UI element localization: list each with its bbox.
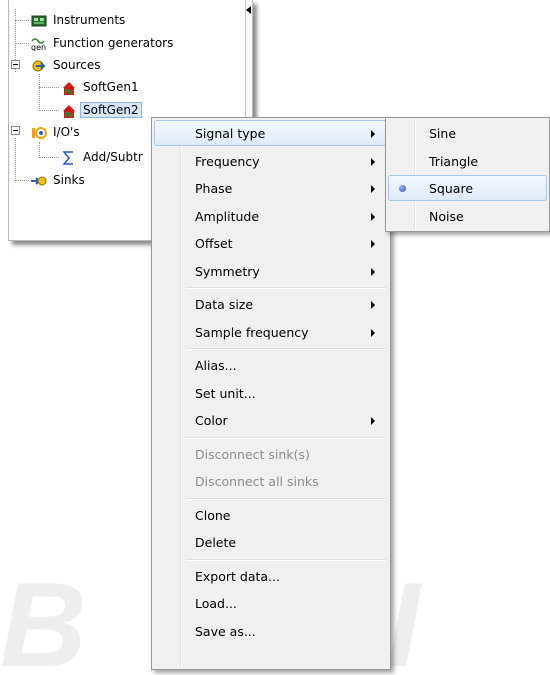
menu-item-label: Offset [195, 236, 233, 251]
menu-item-symmetry[interactable]: Symmetry [154, 258, 388, 284]
submenu-item-label: Noise [429, 208, 464, 224]
submenu-item-label: Square [429, 181, 474, 196]
menu-item-label: Frequency [195, 153, 260, 169]
submenu-arrow-icon [371, 328, 375, 337]
submenu-item-triangle[interactable]: Triangle [388, 148, 547, 174]
menu-item-set-unit[interactable]: Set unit... [154, 380, 388, 406]
submenu-item-sine[interactable]: Sine [388, 120, 547, 146]
tree-item-label: Function generators [53, 36, 174, 50]
submenu-item-square[interactable]: Square [388, 175, 547, 201]
submenu-item-label: Sine [429, 126, 457, 141]
tree-item-label: Add/Subtr [83, 150, 143, 164]
menu-item-save-as[interactable]: Save as... [154, 618, 388, 644]
menu-item-amplitude[interactable]: Amplitude [154, 203, 388, 229]
tree-item-label: Sinks [53, 173, 85, 187]
gen-glyph: gen [31, 43, 46, 51]
submenu-arrow-icon [371, 212, 375, 221]
softgen-icon [61, 104, 77, 118]
menu-item-label: Disconnect sink(s) [195, 446, 310, 462]
menu-item-label: Data size [195, 297, 254, 312]
collapse-sources-toggle[interactable] [11, 60, 20, 69]
menu-separator [186, 558, 386, 561]
sum-icon [61, 150, 77, 165]
menu-separator [186, 287, 386, 289]
tree-line [15, 43, 29, 44]
menu-item-export-data[interactable]: Export data... [154, 563, 388, 589]
menu-separator [186, 436, 386, 439]
menu-item-label: Delete [195, 535, 237, 550]
menu-item-frequency[interactable]: Frequency [154, 148, 388, 174]
menu-item-clone[interactable]: Clone [154, 502, 388, 528]
tree-item-instruments[interactable]: Instruments [31, 12, 128, 28]
menu-item-label: Disconnect all sinks [195, 474, 319, 489]
radio-selected-icon [399, 185, 406, 192]
menu-item-signal-type[interactable]: Signal type [154, 120, 388, 146]
menu-item-label: Phase [195, 181, 233, 196]
collapse-io-toggle[interactable] [11, 126, 20, 135]
menu-item-sample-frequency[interactable]: Sample frequency [154, 319, 388, 345]
menu-item-disconnect-sink-s: Disconnect sink(s) [154, 441, 388, 467]
menu-item-delete[interactable]: Delete [154, 529, 388, 555]
menu-item-label: Clone [195, 507, 231, 523]
menu-item-label: Alias... [195, 358, 237, 373]
tree-item-label: Instruments [53, 13, 126, 27]
menu-item-label: Sample frequency [195, 324, 309, 340]
tree-line [39, 74, 40, 111]
menu-item-label: Amplitude [195, 208, 260, 224]
menu-item-color[interactable]: Color [154, 407, 388, 433]
menu-item-alias[interactable]: Alias... [154, 352, 388, 378]
scroll-left-arrow-icon[interactable] [246, 6, 251, 14]
tree-line [39, 142, 40, 158]
tree-line [15, 180, 29, 181]
menu-item-disconnect-all-sinks: Disconnect all sinks [154, 468, 388, 494]
menu-separator [186, 348, 386, 350]
instruments-icon [31, 14, 47, 28]
tree-item-label: I/O's [53, 125, 80, 139]
menu-item-data-size[interactable]: Data size [154, 291, 388, 317]
tree-item-sinks[interactable]: Sinks [31, 172, 88, 188]
menu-item-load[interactable]: Load... [154, 590, 388, 616]
sources-icon [31, 59, 47, 73]
tree-item-ios[interactable]: I/O's [31, 124, 83, 140]
tree-item-softgen1[interactable]: SoftGen1 [61, 79, 142, 95]
submenu-item-label: Triangle [429, 153, 479, 169]
submenu-arrow-icon [371, 157, 375, 166]
signal-type-submenu: Sine Triangle Square Noise [385, 117, 550, 232]
submenu-arrow-icon [371, 417, 375, 425]
tree-item-softgen2[interactable]: SoftGen2 [61, 102, 142, 118]
softgen-icon [61, 81, 77, 95]
menu-item-label: Load... [195, 596, 237, 611]
menu-item-label: Signal type [195, 126, 266, 141]
submenu-arrow-icon [371, 185, 375, 193]
tree-line [15, 20, 29, 21]
submenu-arrow-icon [371, 301, 375, 309]
gen-icon: gen [31, 37, 47, 52]
tree-line [15, 138, 16, 179]
submenu-arrow-icon [371, 130, 375, 138]
tree-line [39, 157, 59, 158]
menu-item-label: Color [195, 413, 228, 428]
tree-item-function-generators[interactable]: gen Function generators [31, 35, 176, 52]
tree-item-add-subtr[interactable]: Add/Subtr [61, 149, 146, 165]
tree-item-label: Sources [53, 58, 101, 72]
menu-item-label: Export data... [195, 568, 280, 584]
submenu-item-noise[interactable]: Noise [388, 203, 547, 229]
submenu-arrow-icon [371, 240, 375, 248]
menu-item-phase[interactable]: Phase [154, 175, 388, 201]
tree-line [39, 87, 59, 88]
context-menu: Signal type Frequency Phase Amplitude Offset… [151, 117, 391, 670]
menu-item-label: Save as... [195, 623, 256, 639]
tree-item-label: SoftGen1 [83, 80, 139, 94]
sinks-icon [31, 174, 47, 188]
io-icon [31, 126, 47, 140]
menu-separator [186, 497, 386, 500]
tree-item-sources[interactable]: Sources [31, 57, 103, 73]
tree-line [39, 110, 59, 111]
tree-item-label: SoftGen2 [80, 102, 142, 118]
submenu-arrow-icon [371, 267, 375, 276]
menu-item-offset[interactable]: Offset [154, 230, 388, 256]
menu-item-label: Symmetry [195, 263, 260, 279]
menu-item-label: Set unit... [195, 385, 256, 401]
